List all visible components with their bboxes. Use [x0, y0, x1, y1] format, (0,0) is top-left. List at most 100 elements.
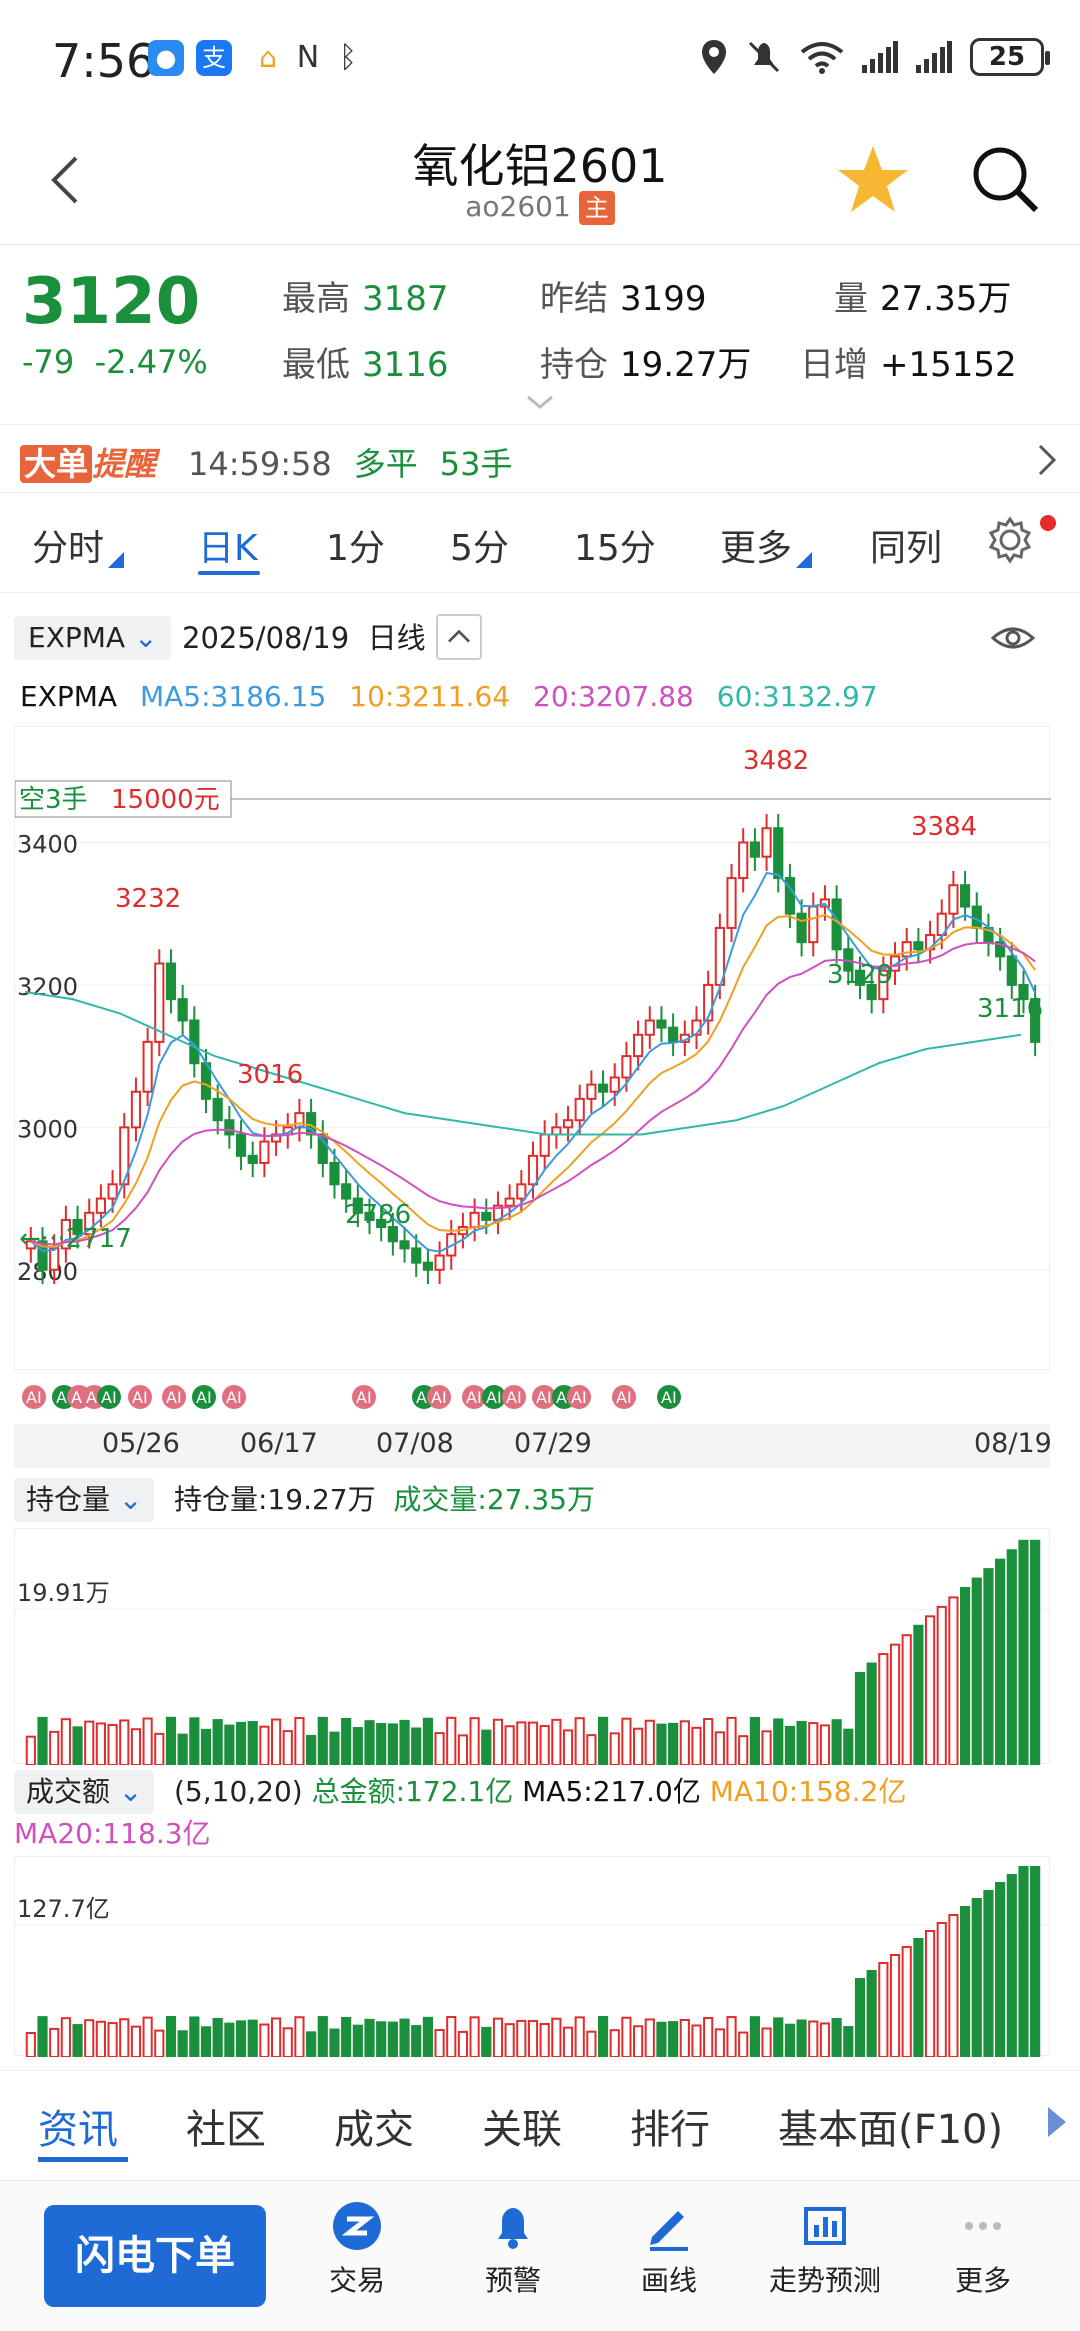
annotation-peak-may: 3232: [115, 884, 181, 914]
amount-bar: [703, 2017, 714, 2058]
search-icon[interactable]: [970, 144, 1040, 214]
nav-more[interactable]: 更多: [918, 2199, 1048, 2299]
oi-bar: [749, 1717, 760, 1766]
ma5-value: MA5:3186.15: [139, 680, 327, 713]
nav-trade-label: 交易: [328, 2264, 385, 2297]
oi-bar: [25, 1735, 36, 1766]
tab-5min[interactable]: 5分: [450, 519, 509, 571]
amount-bar: [866, 1970, 877, 2058]
candle-body: [341, 1183, 352, 1200]
amount-total: 总金额:172.1亿: [311, 1775, 514, 1808]
notification-dot: [1040, 515, 1056, 531]
oi-bar: [703, 1718, 714, 1766]
scroll-right-icon[interactable]: [1046, 2105, 1068, 2139]
nav-draw[interactable]: 画线: [604, 2199, 734, 2299]
kline-chart[interactable]: 3400 3200 3000 2800 3482 3384 3232 3016 2786 312…: [14, 726, 1051, 1370]
amount-bar: [749, 2016, 760, 2059]
oi-bar: [854, 1671, 866, 1767]
collapse-up-icon[interactable]: [436, 614, 482, 660]
annotation-peak-june: 3016: [237, 1060, 303, 1090]
high-label: 最高: [282, 279, 350, 319]
tab-ranking[interactable]: 排行: [630, 2097, 710, 2155]
candle-body: [212, 1097, 223, 1122]
indicator-date: 2025/08/19: [182, 621, 350, 655]
settings-gear-icon[interactable]: [985, 515, 1035, 565]
eye-icon[interactable]: [990, 618, 1036, 658]
oi-bar: [212, 1719, 223, 1767]
bottom-nav: 闪电下单 交易 预警 画线 走势预测 更多: [0, 2180, 1080, 2331]
amount-bar: [399, 2018, 410, 2058]
amount-select[interactable]: 成交额 ⌄: [14, 1770, 155, 1814]
oi-bar: [726, 1716, 737, 1767]
tab-more[interactable]: 更多: [720, 519, 813, 571]
ai-badge-label: AI: [226, 1388, 242, 1407]
contract-code: ao2601: [465, 190, 571, 223]
nfc-icon: N: [296, 40, 320, 75]
oi-bar: [376, 1723, 387, 1767]
nav-trade[interactable]: 交易: [292, 2199, 422, 2299]
candle-body: [516, 1183, 527, 1200]
amount-bar: [212, 2017, 223, 2058]
oi-bar: [597, 1716, 609, 1767]
amount-bar: [49, 2027, 60, 2059]
tab-1min[interactable]: 1分: [326, 519, 385, 571]
oi-bar: [539, 1725, 550, 1766]
flash-order-button[interactable]: 闪电下单: [44, 2205, 266, 2307]
candle-body: [247, 1154, 258, 1164]
oi-bar: [831, 1719, 842, 1766]
amount-bar: [224, 2022, 235, 2059]
oi-bar: [352, 1727, 363, 1766]
oi-bar: [679, 1720, 690, 1766]
amount-bar: [504, 2023, 515, 2059]
tab-same-column[interactable]: 同列: [870, 519, 942, 571]
tab-trades[interactable]: 成交: [334, 2097, 414, 2155]
chevron-right-icon[interactable]: [1036, 443, 1058, 477]
indicator-select[interactable]: EXPMA ⌄: [14, 616, 172, 660]
amount-bar: [469, 2016, 480, 2058]
ai-badge-label: AI: [166, 1388, 182, 1407]
candle-body: [551, 1126, 562, 1136]
candle-body: [107, 1183, 118, 1200]
oi-bar: [306, 1734, 317, 1767]
big-order-alert[interactable]: 大单 提醒 14:59:58 多平 53手: [0, 425, 1080, 493]
tab-daily-k[interactable]: 日K: [198, 519, 258, 571]
amount-bar: [341, 2016, 352, 2059]
header: 氧化铝2601 ao2601 主: [0, 120, 1080, 245]
dropdown-triangle-icon: [108, 552, 125, 568]
oi-bar: [411, 1727, 422, 1767]
oi-bar: [738, 1735, 749, 1767]
candle-body: [621, 1055, 632, 1079]
oi-bar: [562, 1729, 574, 1767]
oi-text: 持仓量:19.27万: [174, 1483, 376, 1516]
tab-fundamentals[interactable]: 基本面(F10): [778, 2097, 1003, 2155]
tab-intraday[interactable]: 分时: [32, 519, 125, 571]
oi-select[interactable]: 持仓量 ⌄: [14, 1478, 155, 1522]
amount-bar: [679, 2018, 690, 2059]
amount-chart[interactable]: 127.7亿: [14, 1856, 1051, 2059]
ai-badge-label: AI: [196, 1388, 212, 1407]
nav-forecast[interactable]: 走势预测: [760, 2199, 890, 2299]
amount-bar: [1018, 1866, 1029, 2058]
oi-bar: [224, 1724, 235, 1766]
amount-bar: [586, 2030, 597, 2059]
oi-bar: [621, 1717, 632, 1766]
oi-bar: [960, 1587, 971, 1766]
amount-bar: [200, 2026, 212, 2058]
date-tick: 06/17: [240, 1428, 318, 1459]
expand-chevron-icon[interactable]: [525, 393, 555, 413]
tab-community[interactable]: 社区: [186, 2097, 266, 2155]
favorite-star-icon[interactable]: [835, 142, 911, 218]
quote-panel[interactable]: 3120 -79 -2.47% 最高 3187 最低 3116 昨结 3199 持仓 1…: [0, 245, 1080, 425]
open-interest-chart[interactable]: 19.91万: [14, 1528, 1051, 1767]
oi-select-label: 持仓量: [26, 1483, 111, 1516]
amount-bar: [773, 2017, 784, 2059]
nav-forecast-label: 走势预测: [768, 2264, 881, 2297]
annotation-first-low: ←···2717: [19, 1224, 132, 1254]
tab-15min[interactable]: 15分: [574, 519, 656, 571]
tab-news[interactable]: 资讯: [38, 2097, 118, 2155]
tab-related[interactable]: 关联: [482, 2097, 562, 2155]
amount-bar: [924, 1930, 936, 2058]
prev-settle-value: 3199: [620, 279, 707, 319]
oi-bar: [1018, 1539, 1029, 1766]
nav-alert[interactable]: 预警: [448, 2199, 578, 2299]
